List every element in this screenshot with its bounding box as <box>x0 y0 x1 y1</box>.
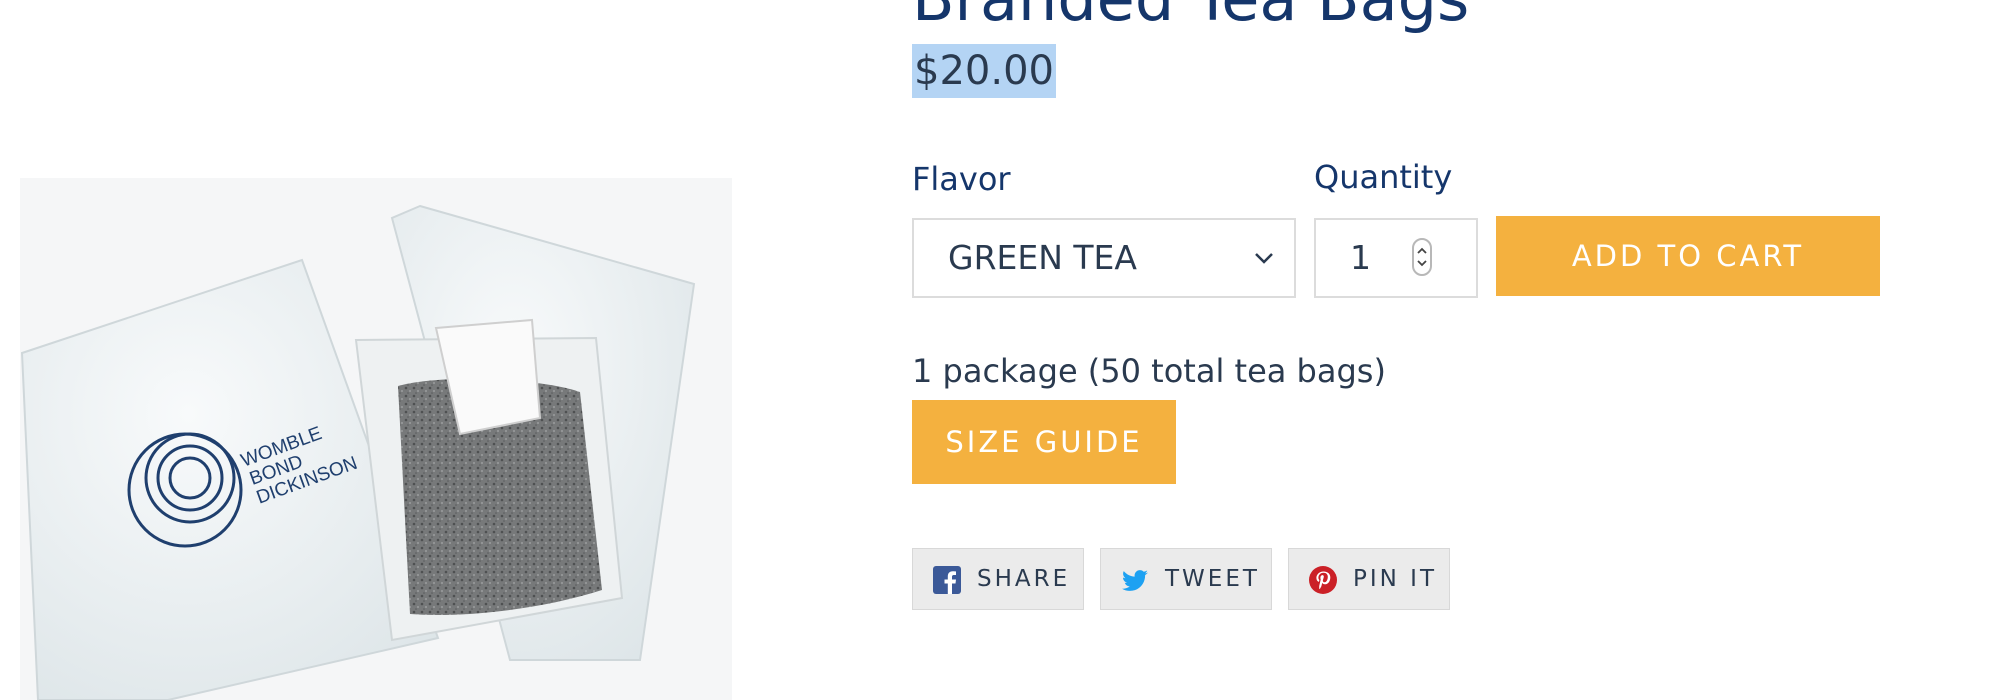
share-facebook-label: SHARE <box>977 566 1071 592</box>
flavor-label: Flavor <box>912 160 1011 198</box>
quantity-spinner[interactable] <box>1412 238 1432 276</box>
pinterest-icon <box>1309 566 1337 594</box>
add-to-cart-button[interactable]: ADD TO CART <box>1496 216 1880 296</box>
twitter-icon <box>1121 570 1148 591</box>
product-image[interactable]: WOMBLE BOND DICKINSON <box>20 178 732 700</box>
share-pinterest-button[interactable]: PIN IT <box>1288 548 1450 610</box>
quantity-input[interactable]: 1 <box>1314 218 1478 298</box>
quantity-label: Quantity <box>1314 158 1453 196</box>
product-title: Branded Tea Bags <box>912 0 1469 36</box>
flavor-select-value: GREEN TEA <box>948 238 1137 277</box>
share-twitter-label: TWEET <box>1165 566 1260 592</box>
product-price: $20.00 <box>912 44 1056 98</box>
share-pinterest-label: PIN IT <box>1353 566 1438 592</box>
share-twitter-button[interactable]: TWEET <box>1100 548 1272 610</box>
quantity-value: 1 <box>1350 238 1371 277</box>
tea-bags-illustration: WOMBLE BOND DICKINSON <box>20 204 696 700</box>
size-guide-button[interactable]: SIZE GUIDE <box>912 400 1176 484</box>
spinner-arrows-icon <box>1417 247 1427 267</box>
chevron-down-icon <box>1255 253 1273 264</box>
flavor-select[interactable]: GREEN TEA <box>912 218 1296 298</box>
facebook-icon <box>933 566 961 594</box>
share-facebook-button[interactable]: SHARE <box>912 548 1084 610</box>
package-description: 1 package (50 total tea bags) <box>912 352 1386 390</box>
